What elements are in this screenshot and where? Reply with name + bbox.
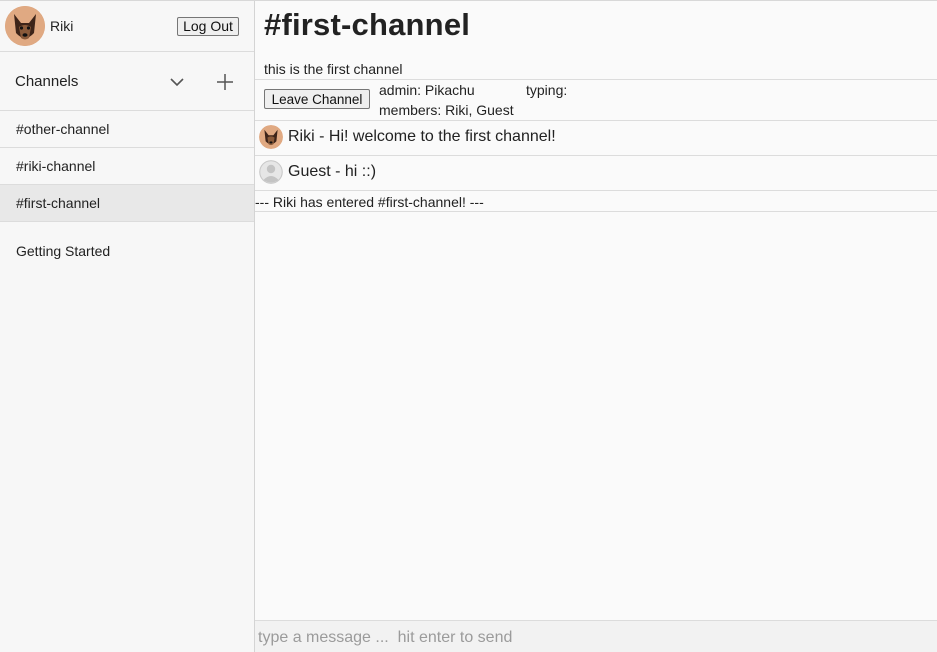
message-input-bar	[255, 620, 937, 652]
message-input[interactable]	[255, 621, 937, 652]
getting-started-link[interactable]: Getting Started	[16, 243, 110, 259]
channel-list: #other-channel #riki-channel #first-chan…	[0, 111, 254, 222]
channels-header: Channels	[0, 52, 254, 111]
chevron-down-icon[interactable]	[169, 74, 185, 90]
channel-item-label: #other-channel	[16, 121, 110, 137]
sidebar: Riki Log Out Channels #other-channel #ri…	[0, 1, 255, 652]
channel-admin: admin: Pikachu	[379, 82, 475, 98]
default-user-icon	[259, 160, 283, 184]
dog-avatar-icon	[259, 125, 283, 149]
message-text: Guest - hi ::)	[288, 163, 377, 180]
typing-indicator: typing:	[526, 82, 568, 98]
channel-item-riki-channel[interactable]: #riki-channel	[0, 148, 254, 185]
dog-avatar-icon	[5, 6, 45, 46]
username: Riki	[50, 18, 74, 34]
message-item: Guest - hi ::)	[259, 160, 376, 184]
divider	[255, 155, 937, 156]
channel-item-label: #first-channel	[16, 195, 101, 211]
divider	[255, 120, 937, 121]
user-bar: Riki Log Out	[0, 1, 254, 52]
system-message: --- Riki has entered #first-channel! ---	[255, 194, 484, 210]
channel-description: this is the first channel	[264, 61, 403, 77]
divider	[255, 190, 937, 191]
add-channel-icon[interactable]	[216, 73, 234, 91]
divider	[255, 211, 937, 212]
channel-item-other-channel[interactable]: #other-channel	[0, 111, 254, 148]
channel-title: #first-channel	[264, 7, 471, 42]
chat-panel: #first-channel this is the first channel…	[255, 1, 937, 652]
channel-members: members: Riki, Guest	[379, 102, 514, 118]
leave-channel-button[interactable]: Leave Channel	[264, 89, 370, 109]
divider	[255, 79, 937, 80]
message-item: Riki - Hi! welcome to the first channel!	[259, 125, 556, 149]
channel-item-label: #riki-channel	[16, 158, 96, 174]
message-text: Riki - Hi! welcome to the first channel!	[288, 128, 556, 145]
logout-button[interactable]: Log Out	[177, 17, 239, 36]
app: Riki Log Out Channels #other-channel #ri…	[0, 0, 937, 652]
channels-title: Channels	[15, 72, 79, 90]
channel-item-first-channel[interactable]: #first-channel	[0, 185, 254, 222]
